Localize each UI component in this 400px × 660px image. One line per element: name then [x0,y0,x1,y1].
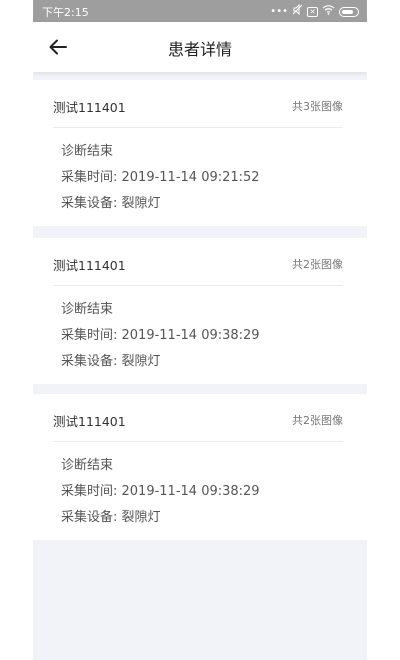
status-time: 下午2:15 [42,6,89,19]
record-card-header: 测试111401 共2张图像 [53,408,343,442]
record-card-header: 测试111401 共3张图像 [53,94,343,128]
record-capture-device: 采集设备: 裂隙灯 [61,196,161,211]
record-capture-device: 采集设备: 裂隙灯 [61,510,161,525]
mute-icon [292,3,303,19]
record-list: 测试111401 共3张图像 诊断结束 采集时间: 2019-11-14 09:… [33,72,367,660]
record-patient-name: 测试111401 [53,414,126,429]
header-bar: 患者详情 [33,22,367,72]
battery-charging-icon [339,6,359,17]
phone-screen: 下午2:15 ••• ✕ 患者详情 测试111401 共3张图像 诊断结束 采集… [33,0,367,660]
more-dots-icon: ••• [270,5,288,17]
record-card[interactable]: 测试111401 共2张图像 诊断结束 采集时间: 2019-11-14 09:… [33,394,367,540]
record-image-count: 共3张图像 [292,100,343,113]
record-card[interactable]: 测试111401 共2张图像 诊断结束 采集时间: 2019-11-14 09:… [33,238,367,384]
status-bar: 下午2:15 ••• ✕ [33,0,367,22]
record-patient-name: 测试111401 [53,100,126,115]
status-icons: ••• ✕ [270,3,359,19]
record-image-count: 共2张图像 [292,414,343,427]
record-patient-name: 测试111401 [53,258,126,273]
record-image-count: 共2张图像 [292,258,343,271]
record-card[interactable]: 测试111401 共3张图像 诊断结束 采集时间: 2019-11-14 09:… [33,80,367,226]
record-capture-time: 采集时间: 2019-11-14 09:38:29 [61,484,260,499]
record-status: 诊断结束 [61,144,114,159]
record-status: 诊断结束 [61,458,114,473]
record-card-header: 测试111401 共2张图像 [53,252,343,286]
record-capture-time: 采集时间: 2019-11-14 09:38:29 [61,328,260,343]
record-capture-device: 采集设备: 裂隙灯 [61,354,161,369]
record-capture-time: 采集时间: 2019-11-14 09:21:52 [61,170,260,185]
wifi-icon [322,4,335,19]
record-status: 诊断结束 [61,302,114,317]
sim-icon: ✕ [307,6,318,17]
page-title: 患者详情 [167,40,232,59]
